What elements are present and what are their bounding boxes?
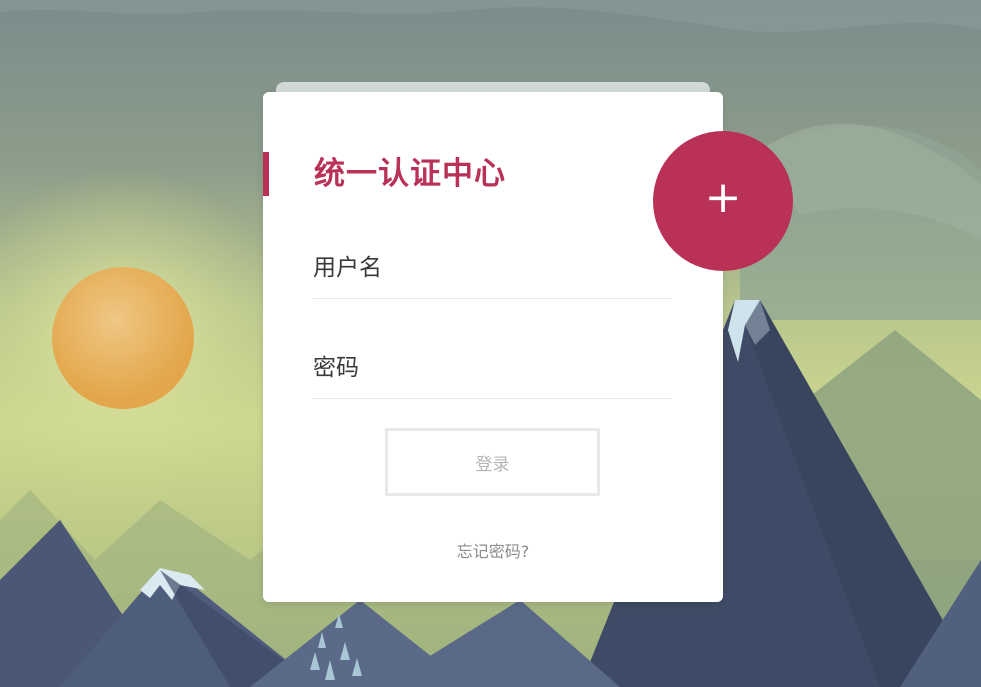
sun	[52, 267, 194, 409]
login-card: 统一认证中心 登录 忘记密码?	[263, 92, 723, 602]
forgot-password-link[interactable]: 忘记密码?	[263, 538, 723, 562]
add-button[interactable]: +	[653, 131, 793, 271]
page-title: 统一认证中心	[314, 156, 506, 192]
password-input[interactable]	[313, 348, 672, 388]
login-button[interactable]: 登录	[385, 428, 600, 496]
username-field	[313, 248, 672, 299]
title-accent-bar	[263, 152, 269, 196]
username-input[interactable]	[313, 248, 672, 288]
password-field	[313, 348, 672, 399]
plus-icon: +	[704, 172, 742, 223]
